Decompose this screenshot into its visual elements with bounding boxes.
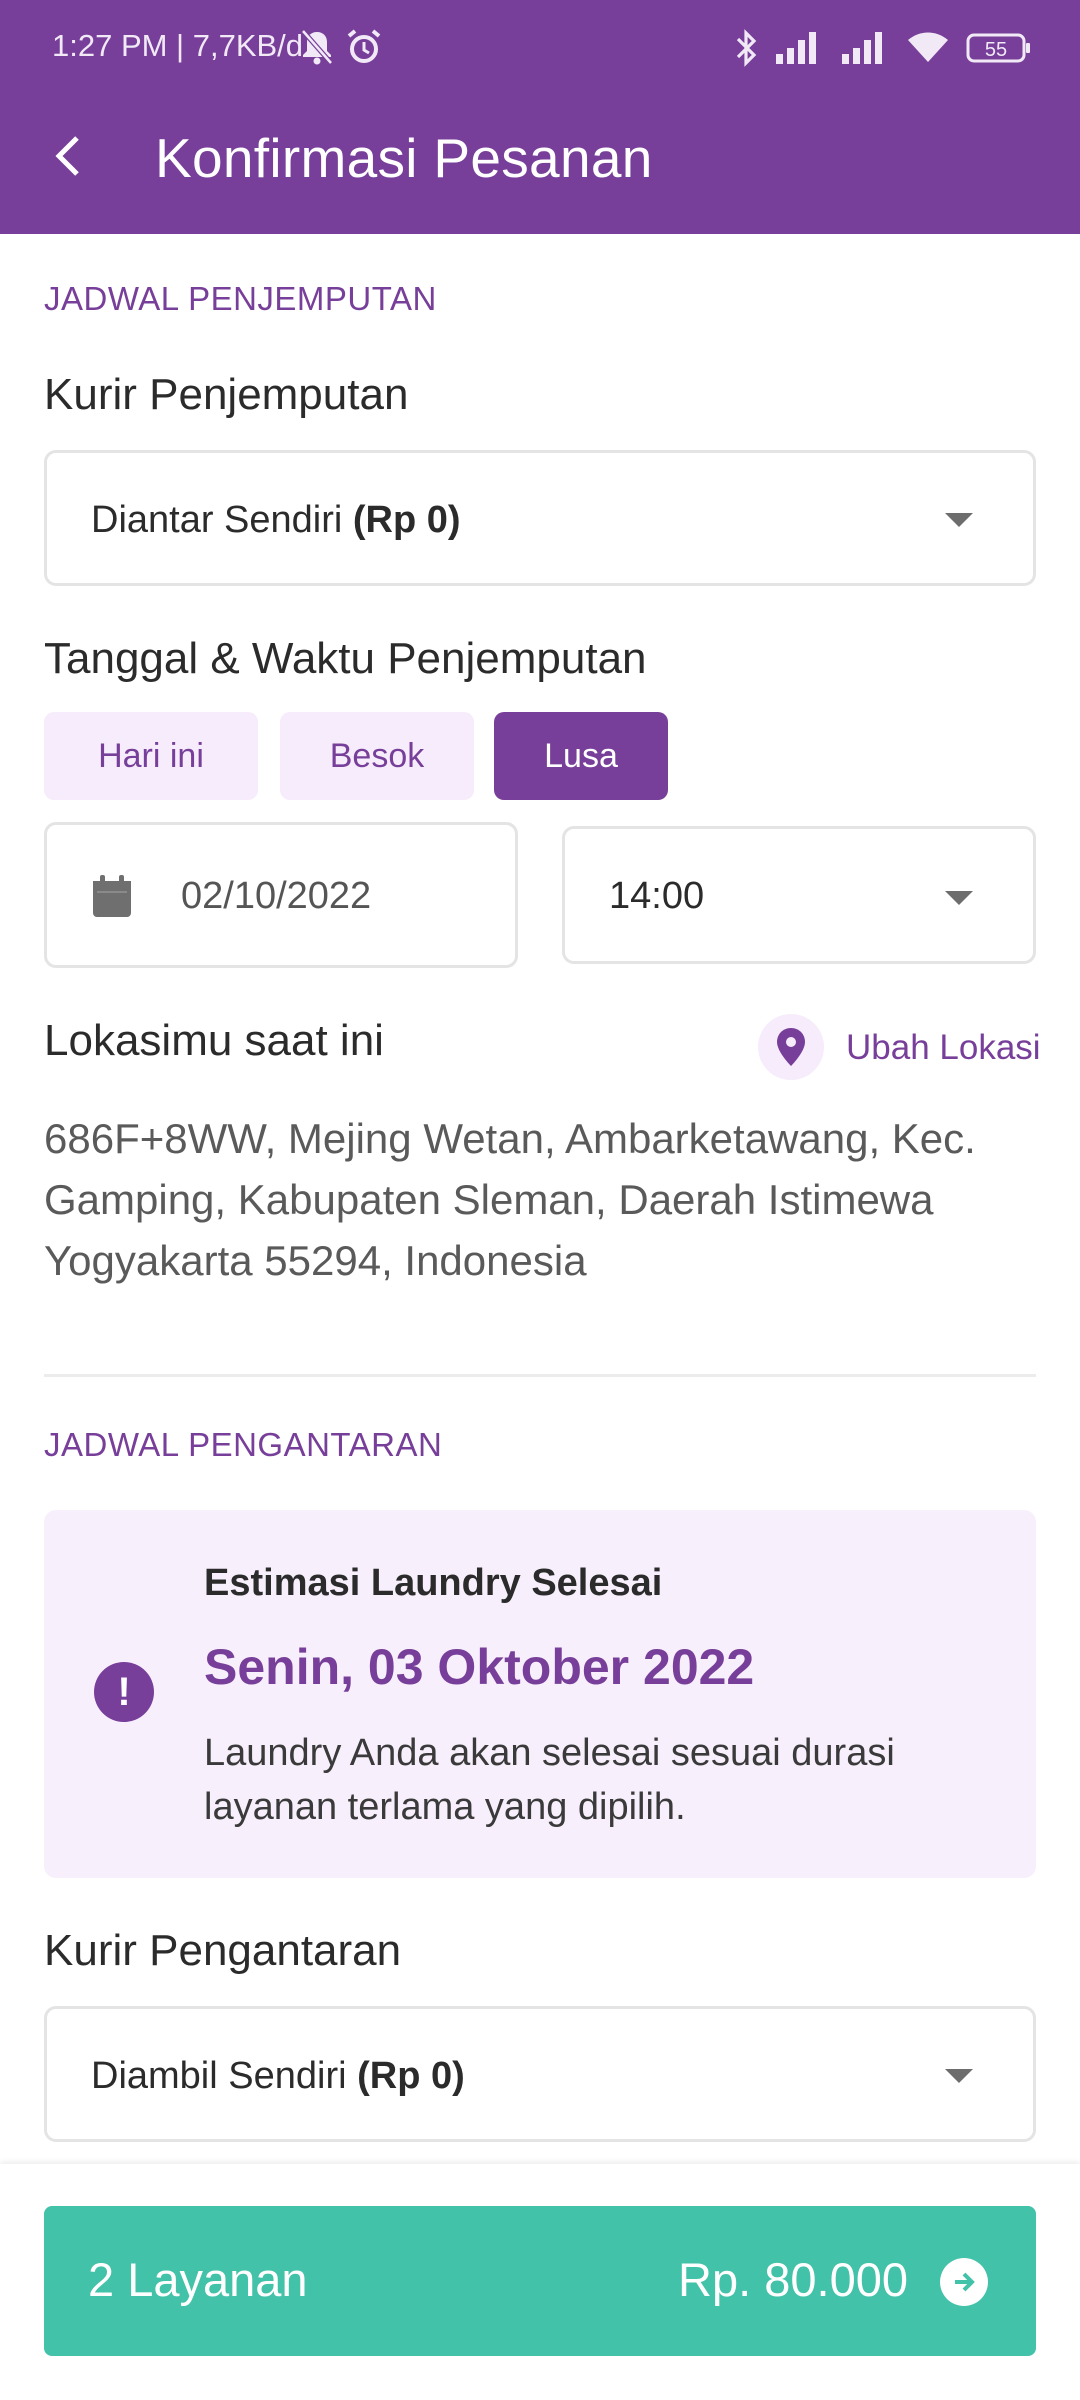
- signal-icon-1: [776, 32, 824, 64]
- estimate-description: Laundry Anda akan selesai sesuai durasi …: [204, 1732, 895, 1828]
- battery-level: 55: [985, 39, 1007, 61]
- pickup-time-value: 14:00: [609, 875, 705, 917]
- estimate-card: ! Estimasi Laundry Selesai Senin, 03 Okt…: [44, 1510, 1036, 1878]
- chip-today[interactable]: Hari ini: [44, 712, 258, 800]
- status-time: 1:27 PM | 7,7KB/d: [52, 28, 304, 63]
- bell-off-icon: [300, 28, 334, 66]
- services-count: 2 Layanan: [88, 2253, 308, 2306]
- chevron-down-icon: [945, 891, 973, 905]
- delivery-courier-title: Kurir Pengantaran: [44, 1926, 402, 1975]
- alarm-icon: [346, 28, 382, 66]
- pickup-date-field[interactable]: 02/10/2022: [44, 822, 518, 968]
- bottom-bar: 2 Layanan Rp. 80.000: [0, 2164, 1080, 2400]
- pickup-courier-value: Diantar Sendiri (Rp 0): [91, 499, 461, 541]
- pickup-time-dropdown[interactable]: 14:00: [562, 826, 1036, 964]
- estimate-date: Senin, 03 Oktober 2022: [204, 1639, 755, 1695]
- total-price: Rp. 80.000: [678, 2253, 908, 2306]
- page-title: Konfirmasi Pesanan: [155, 127, 653, 189]
- pickup-courier-dropdown[interactable]: Diantar Sendiri (Rp 0): [44, 450, 1036, 586]
- chevron-down-icon: [945, 2069, 973, 2083]
- wifi-icon: [908, 32, 948, 64]
- app-bar: 1:27 PM | 7,7KB/d 55 Konfirmasi Pesanan: [0, 0, 1080, 234]
- status-icons: 55: [734, 26, 1032, 70]
- bluetooth-icon: [734, 28, 758, 68]
- section-label-pickup: JADWAL PENJEMPUTAN: [44, 280, 437, 317]
- pickup-date-value: 02/10/2022: [181, 875, 372, 917]
- change-location-pin[interactable]: [758, 1014, 824, 1080]
- chip-day-after-tomorrow[interactable]: Lusa: [494, 712, 668, 800]
- pickup-courier-title: Kurir Penjemputan: [44, 370, 409, 419]
- chip-tomorrow[interactable]: Besok: [280, 712, 474, 800]
- battery-icon: 55: [966, 32, 1032, 64]
- estimate-title: Estimasi Laundry Selesai: [204, 1562, 663, 1604]
- status-bar: 1:27 PM | 7,7KB/d 55: [0, 0, 1080, 96]
- location-pin-icon: [777, 1028, 805, 1066]
- delivery-courier-dropdown[interactable]: Diambil Sendiri (Rp 0): [44, 2006, 1036, 2142]
- signal-icon-2: [842, 32, 890, 64]
- current-address: 686F+8WW, Mejing Wetan, Ambarketawang, K…: [44, 1115, 976, 1284]
- pickup-datetime-title: Tanggal & Waktu Penjemputan: [44, 634, 647, 683]
- calendar-icon: [91, 875, 133, 924]
- back-button[interactable]: [36, 120, 100, 192]
- pickup-courier-price: (Rp 0): [352, 499, 461, 541]
- delivery-courier-price: (Rp 0): [357, 2055, 465, 2097]
- arrow-right-icon: [940, 2258, 988, 2306]
- chevron-left-icon: [55, 136, 79, 176]
- chevron-down-icon: [945, 513, 973, 527]
- delivery-courier-value: Diambil Sendiri (Rp 0): [91, 2055, 465, 2097]
- checkout-button[interactable]: 2 Layanan Rp. 80.000: [44, 2206, 1036, 2356]
- location-title: Lokasimu saat ini: [44, 1016, 384, 1065]
- change-location-link[interactable]: Ubah Lokasi: [846, 1028, 1041, 1068]
- notification-icons: [300, 28, 382, 66]
- section-label-delivery: JADWAL PENGANTARAN: [44, 1426, 443, 1463]
- exclamation-icon: !: [94, 1662, 154, 1722]
- section-divider: [44, 1374, 1036, 1377]
